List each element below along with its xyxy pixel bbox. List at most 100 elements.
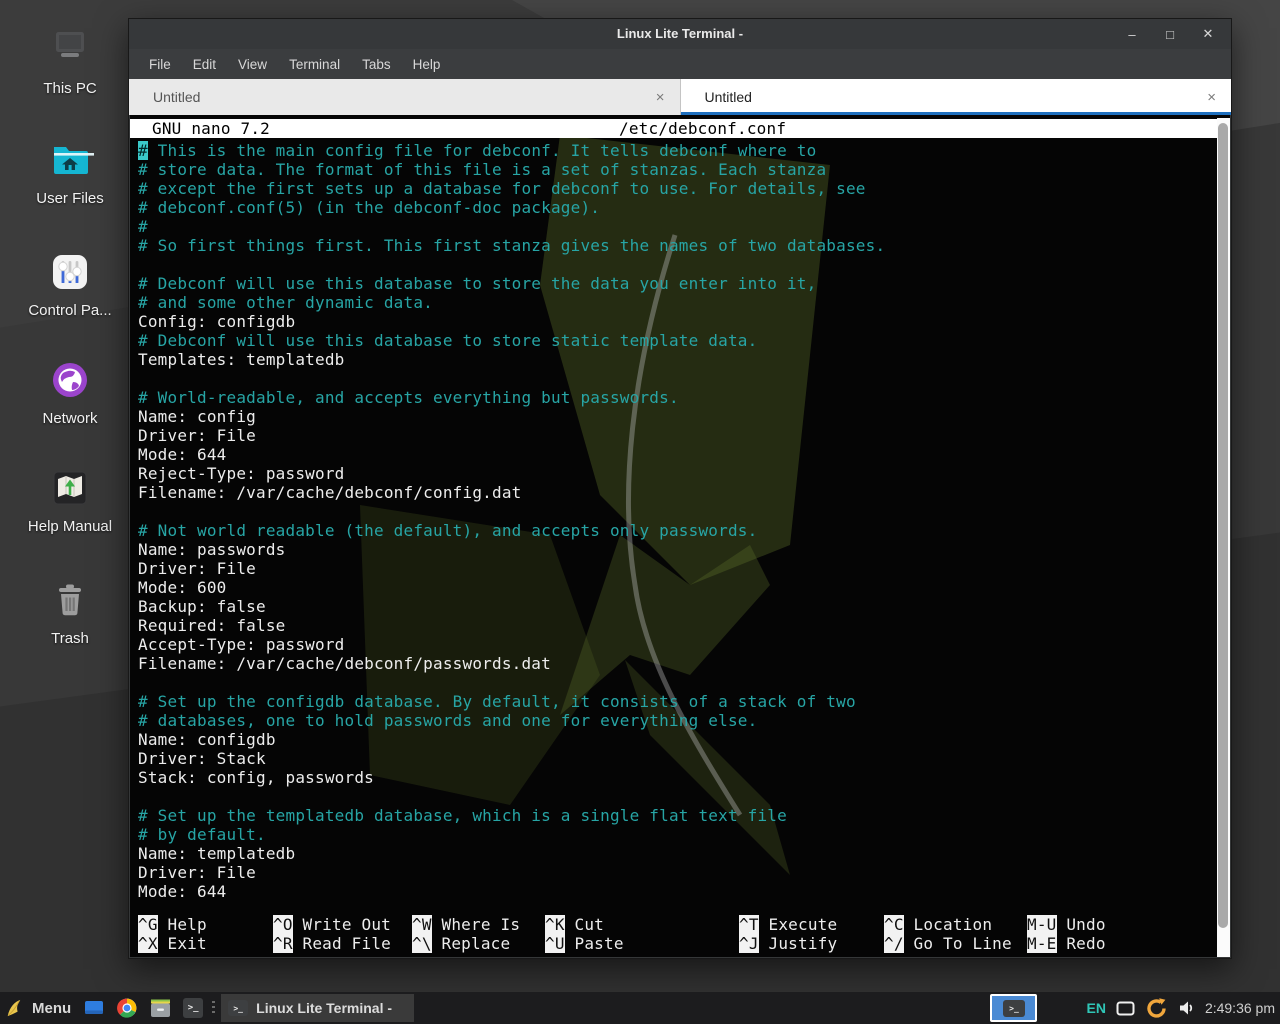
shortcut-label: Execute xyxy=(769,915,838,934)
desktop-icon-network[interactable]: Network xyxy=(6,356,134,427)
window-titlebar[interactable]: Linux Lite Terminal - – □ ✕ xyxy=(129,19,1231,49)
terminal-line xyxy=(138,787,1210,806)
shortcut-key: ^U xyxy=(545,934,565,953)
terminal-line: # Set up the configdb database. By defau… xyxy=(138,692,1210,711)
terminal-line: Name: config xyxy=(138,407,1210,426)
shortcut-location[interactable]: ^C Location xyxy=(884,915,1027,934)
terminal-launcher[interactable]: >_ xyxy=(183,998,203,1018)
terminal-line: # databases, one to hold passwords and o… xyxy=(138,711,1210,730)
desktop-icon-this-pc[interactable]: This PC xyxy=(6,26,134,97)
shortcut-undo[interactable]: M-U Undo xyxy=(1027,915,1210,934)
shortcut-help[interactable]: ^G Help xyxy=(138,915,273,934)
shortcut-label: Replace xyxy=(442,934,511,953)
terminal-content[interactable]: GNU nano 7.2 /etc/debconf.conf # This is… xyxy=(130,115,1230,957)
terminal-tab-1[interactable]: Untitled × xyxy=(129,79,681,115)
menu-item-edit[interactable]: Edit xyxy=(182,57,227,72)
terminal-line: Name: passwords xyxy=(138,540,1210,559)
shortcut-key: ^W xyxy=(412,915,432,934)
archive-drawer-icon xyxy=(150,999,171,1018)
menu-item-view[interactable]: View xyxy=(227,57,278,72)
shortcut-key: ^\ xyxy=(412,934,432,953)
desktop-icon-help-manual[interactable]: Help Manual xyxy=(6,464,134,535)
tab-close-icon[interactable]: × xyxy=(1207,90,1216,105)
menu-button[interactable]: Menu xyxy=(32,1000,71,1017)
shortcut-justify[interactable]: ^J Justify xyxy=(739,934,884,953)
window-controls: – □ ✕ xyxy=(1125,19,1215,49)
menu-item-tabs[interactable]: Tabs xyxy=(351,57,402,72)
shortcut-label: Go To Line xyxy=(914,934,1012,953)
terminal-line: Name: configdb xyxy=(138,730,1210,749)
archive-drawer-launcher[interactable] xyxy=(150,998,170,1018)
shortcut-key: M-E xyxy=(1027,934,1057,953)
menu-item-help[interactable]: Help xyxy=(402,57,452,72)
close-icon[interactable]: ✕ xyxy=(1201,26,1215,42)
shortcut-exit[interactable]: ^X Exit xyxy=(138,934,273,953)
shortcut-label: Undo xyxy=(1066,915,1105,934)
terminal-line: # Not world readable (the default), and … xyxy=(138,521,1210,540)
menu-item-terminal[interactable]: Terminal xyxy=(278,57,351,72)
terminal-scrollbar[interactable] xyxy=(1217,118,1230,957)
nano-cursor: # xyxy=(138,141,148,160)
shortcut-paste[interactable]: ^U Paste xyxy=(545,934,739,953)
chrome-icon xyxy=(117,998,137,1018)
terminal-icon: >_ xyxy=(1003,1000,1025,1017)
linux-lite-menu-icon[interactable] xyxy=(5,997,23,1019)
terminal-line: Driver: Stack xyxy=(138,749,1210,768)
menu-item-file[interactable]: File xyxy=(138,57,182,72)
file-manager-launcher[interactable] xyxy=(84,998,104,1018)
scrollbar-thumb[interactable] xyxy=(1218,123,1228,928)
terminal-icon: >_ xyxy=(183,998,203,1018)
display-icon[interactable] xyxy=(1116,1001,1135,1016)
terminal-window: Linux Lite Terminal - – □ ✕ FileEditView… xyxy=(128,18,1232,959)
shortcut-key: M-U xyxy=(1027,915,1057,934)
tab-label: Untitled xyxy=(153,89,200,105)
desktop-icon-user-files[interactable]: User Files xyxy=(6,136,134,207)
terminal-line xyxy=(138,255,1210,274)
terminal-line xyxy=(138,369,1210,388)
terminal-line: Templates: templatedb xyxy=(138,350,1210,369)
terminal-line: # So first things first. This first stan… xyxy=(138,236,1210,255)
shortcut-label: Help xyxy=(168,915,207,934)
terminal-line: Mode: 600 xyxy=(138,578,1210,597)
shortcut-write-out[interactable]: ^O Write Out xyxy=(273,915,412,934)
tab-label: Untitled xyxy=(705,89,752,105)
terminal-line: # store data. The format of this file is… xyxy=(138,160,1210,179)
file-manager-icon xyxy=(84,998,104,1018)
maximize-icon[interactable]: □ xyxy=(1163,27,1177,42)
terminal-line: Stack: config, passwords xyxy=(138,768,1210,787)
focused-window-button[interactable]: >_ xyxy=(990,994,1037,1022)
trash-icon xyxy=(46,576,94,624)
taskbar: Menu >_ >_ Linux Lite Terminal - >_ EN xyxy=(0,992,1280,1024)
volume-icon[interactable] xyxy=(1178,1000,1196,1016)
minimize-icon[interactable]: – xyxy=(1125,27,1139,42)
shortcut-where-is[interactable]: ^W Where Is xyxy=(412,915,545,934)
task-button-label: Linux Lite Terminal - xyxy=(256,1000,392,1016)
desktop-icon-control-pa[interactable]: Control Pa... xyxy=(6,248,134,319)
shortcut-cut[interactable]: ^K Cut xyxy=(545,915,739,934)
desktop-icon-label: Trash xyxy=(6,630,134,647)
shortcut-redo[interactable]: M-E Redo xyxy=(1027,934,1210,953)
terminal-line: # xyxy=(138,217,1210,236)
nano-file-path: /etc/debconf.conf xyxy=(619,119,786,138)
task-button-terminal[interactable]: >_ Linux Lite Terminal - xyxy=(221,994,414,1022)
computer-icon xyxy=(46,26,94,74)
terminal-tab-2[interactable]: Untitled × xyxy=(681,79,1232,115)
shortcut-replace[interactable]: ^\ Replace xyxy=(412,934,545,953)
shortcut-read-file[interactable]: ^R Read File xyxy=(273,934,412,953)
desktop-icon-trash[interactable]: Trash xyxy=(6,576,134,647)
taskbar-separator xyxy=(212,1001,215,1015)
terminal-line: # and some other dynamic data. xyxy=(138,293,1210,312)
clock[interactable]: 2:49:36 pm xyxy=(1205,1000,1275,1016)
nano-version: GNU nano 7.2 xyxy=(152,119,270,138)
tab-close-icon[interactable]: × xyxy=(656,90,665,105)
keyboard-layout-indicator[interactable]: EN xyxy=(1086,1000,1105,1016)
terminal-line: Driver: File xyxy=(138,426,1210,445)
terminal-line: # except the first sets up a database fo… xyxy=(138,179,1210,198)
update-notifier-icon[interactable] xyxy=(1145,997,1168,1020)
shortcut-go-to-line[interactable]: ^/ Go To Line xyxy=(884,934,1027,953)
shortcut-execute[interactable]: ^T Execute xyxy=(739,915,884,934)
nano-editor-area[interactable]: # This is the main config file for debco… xyxy=(138,141,1210,901)
shortcut-row: ^X Exit^R Read File^\ Replace^U Paste^J … xyxy=(138,934,1210,953)
terminal-line: # Debconf will use this database to stor… xyxy=(138,274,1210,293)
chrome-launcher[interactable] xyxy=(117,998,137,1018)
